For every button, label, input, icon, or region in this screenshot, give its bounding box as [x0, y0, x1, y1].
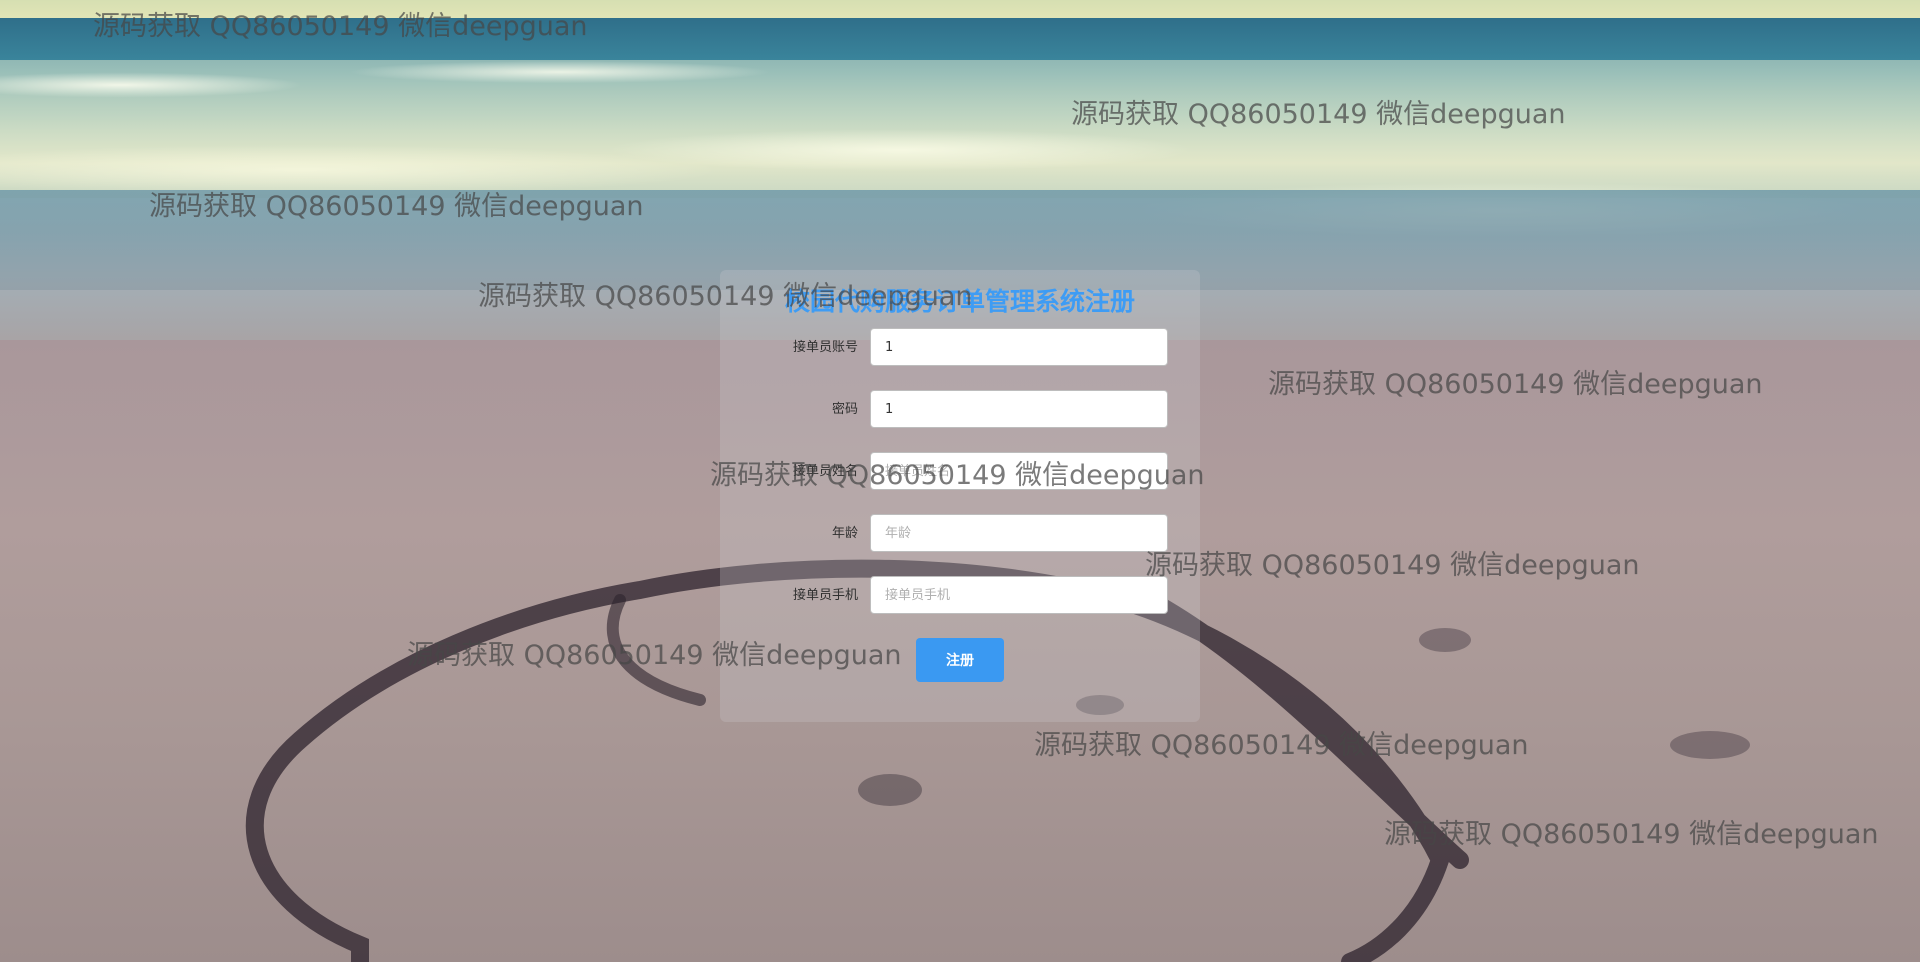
account-input[interactable] — [870, 328, 1168, 366]
field-phone: 接单员手机 — [720, 576, 1200, 616]
name-label: 接单员姓名 — [792, 464, 858, 479]
page-title: 校园代购服务订单管理系统注册 — [784, 287, 1135, 316]
register-button[interactable]: 注册 — [916, 638, 1004, 682]
age-input[interactable] — [870, 514, 1168, 552]
account-label: 接单员账号 — [792, 340, 858, 355]
field-password: 密码 — [720, 390, 1200, 430]
field-account: 接单员账号 — [720, 328, 1200, 368]
age-label: 年龄 — [831, 526, 858, 541]
field-name: 接单员姓名 — [720, 452, 1200, 492]
field-age: 年龄 — [720, 514, 1200, 554]
phone-input[interactable] — [870, 576, 1168, 614]
name-input[interactable] — [870, 452, 1168, 490]
phone-label: 接单员手机 — [792, 588, 858, 603]
password-input[interactable] — [870, 390, 1168, 428]
password-label: 密码 — [831, 402, 858, 417]
